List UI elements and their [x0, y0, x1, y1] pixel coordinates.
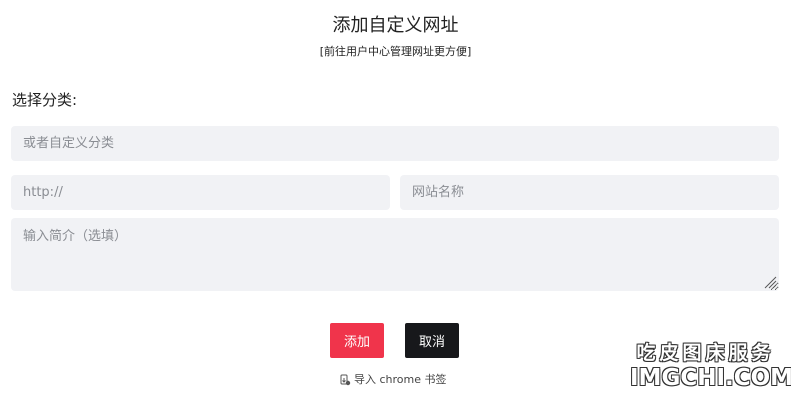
- resize-grip-icon[interactable]: [764, 276, 777, 289]
- cancel-button[interactable]: 取消: [405, 323, 459, 358]
- user-center-link[interactable]: 前往用户中心管理网址更方便: [324, 45, 467, 58]
- watermark-line1: 吃皮图床服务: [636, 342, 775, 364]
- custom-category-input[interactable]: [11, 126, 779, 161]
- import-chrome-bookmarks-label: 导入 chrome 书签: [354, 373, 447, 386]
- watermark-line2: IMGCHI.COM: [630, 365, 791, 391]
- subtitle-bracket-close: ]: [467, 45, 472, 58]
- add-button[interactable]: 添加: [330, 323, 384, 358]
- page-title: 添加自定义网址: [332, 15, 459, 36]
- category-label: 选择分类:: [12, 91, 78, 109]
- site-name-input[interactable]: [400, 175, 779, 210]
- import-chrome-bookmarks-link[interactable]: 导入 chrome 书签: [339, 372, 447, 388]
- watermark-logo: 吃皮图床服务 IMGCHI.COM: [630, 341, 791, 393]
- description-textarea[interactable]: [11, 218, 779, 291]
- page-subtitle: [前往用户中心管理网址更方便]: [0, 43, 791, 61]
- url-input[interactable]: [11, 175, 390, 210]
- bookmark-import-icon: [340, 374, 351, 386]
